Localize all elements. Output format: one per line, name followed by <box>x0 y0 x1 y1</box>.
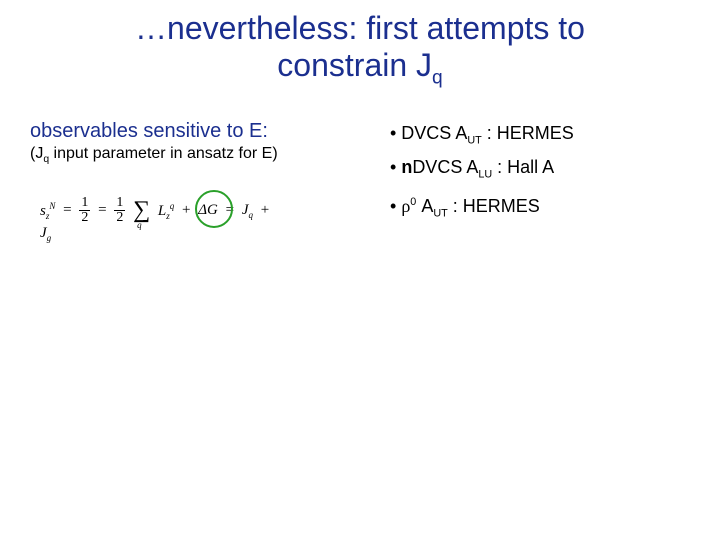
bullet-rho0-hermes: • ρ0 AUT : HERMES <box>390 195 700 221</box>
bullet-dvcs-hermes: • DVCS AUT : HERMES <box>390 122 700 148</box>
slide-title: …nevertheless: first attempts to constra… <box>0 10 720 89</box>
title-line2-sub: q <box>432 67 443 88</box>
title-line1: …nevertheless: first attempts to <box>135 10 585 46</box>
title-line2-pre: constrain J <box>277 47 432 83</box>
spin-sum-rule-equation: szN = 12 = 12 ∑q Lzq + ΔG = Jq + Jg <box>38 196 278 244</box>
slide: …nevertheless: first attempts to constra… <box>0 0 720 540</box>
bullet-ndvcs-halla: • nDVCS ALU : Hall A <box>390 156 700 182</box>
left-column: observables sensitive to E: (Jq input pa… <box>30 120 360 165</box>
right-column: • DVCS AUT : HERMES • nDVCS ALU : Hall A… <box>390 122 700 229</box>
observables-heading: observables sensitive to E: <box>30 120 360 143</box>
observables-note: (Jq input parameter in ansatz for E) <box>30 145 360 165</box>
